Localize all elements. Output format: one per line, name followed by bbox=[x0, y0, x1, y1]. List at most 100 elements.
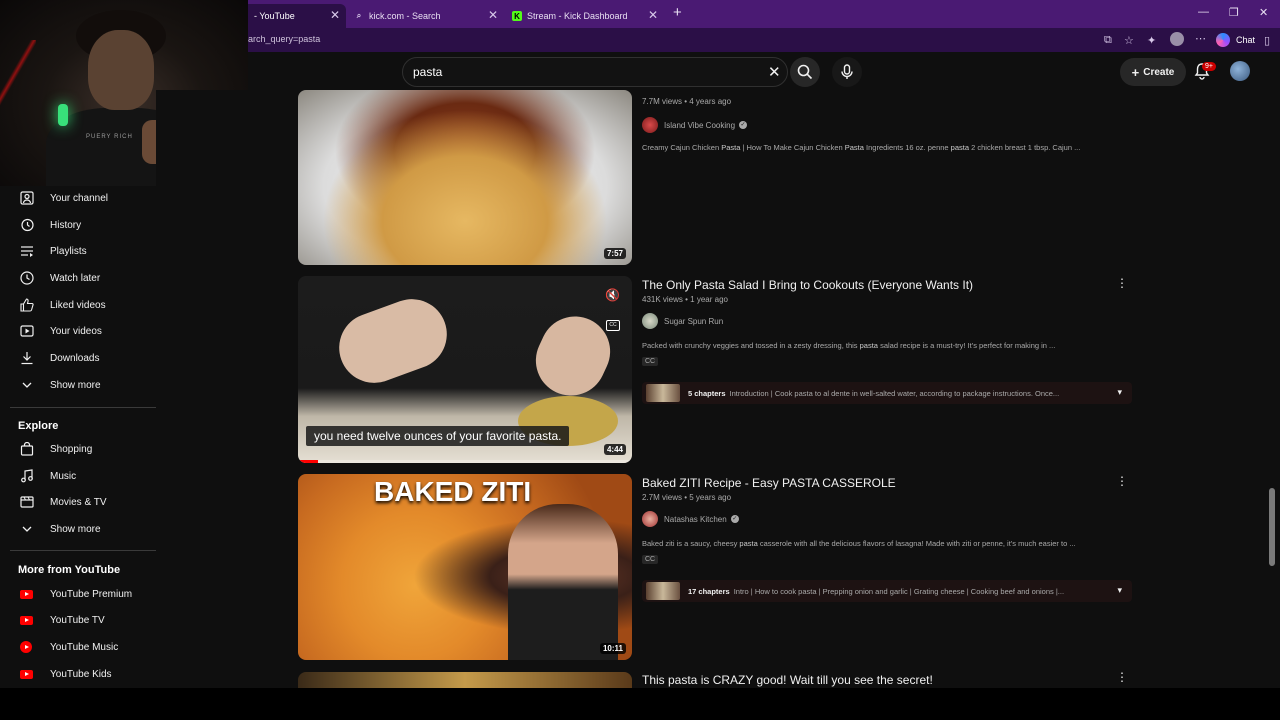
scrollbar-thumb[interactable] bbox=[1269, 488, 1275, 566]
video-duration: 4:44 bbox=[603, 444, 626, 455]
video-title[interactable]: This pasta is CRAZY good! Wait till you … bbox=[642, 673, 933, 687]
channel-avatar bbox=[642, 117, 658, 133]
chapters-text: Intro | How to cook pasta | Prepping oni… bbox=[733, 586, 1065, 596]
desc-highlight: pasta bbox=[859, 341, 878, 350]
url-text[interactable]: arch_query=pasta bbox=[248, 34, 320, 44]
close-tab-icon[interactable]: ✕ bbox=[488, 8, 498, 22]
star-icon[interactable]: ☆ bbox=[1124, 34, 1134, 47]
preview-progress-bar[interactable] bbox=[298, 460, 632, 463]
sidebar-item-your-videos[interactable]: Your videos bbox=[0, 319, 156, 343]
download-icon bbox=[21, 352, 33, 365]
thumbs-up-icon bbox=[20, 298, 34, 312]
sidebar-item-youtube-music[interactable]: YouTube Music bbox=[0, 635, 156, 659]
notification-badge: 9+ bbox=[1202, 62, 1216, 71]
install-app-icon[interactable]: ⧉ bbox=[1104, 34, 1112, 47]
sidebar-item-youtube-premium[interactable]: YouTube Premium bbox=[0, 582, 156, 606]
sidebar-item-shopping[interactable]: Shopping bbox=[0, 437, 156, 461]
new-tab-icon[interactable]: + bbox=[673, 4, 682, 21]
sidebar-item-history[interactable]: History bbox=[0, 213, 156, 237]
video-thumbnail[interactable]: BAKED ZITI 10:11 bbox=[298, 474, 632, 660]
chevron-down-icon bbox=[22, 382, 32, 388]
channel-name: Sugar Spun Run bbox=[664, 316, 724, 326]
explore-heading: Explore bbox=[18, 420, 59, 432]
sidebar-item-downloads[interactable]: Downloads bbox=[0, 346, 156, 370]
create-button[interactable]: + Create bbox=[1120, 58, 1186, 86]
channel-link[interactable]: Sugar Spun Run bbox=[642, 313, 723, 329]
menu-dots-icon[interactable]: ⋯ bbox=[1195, 32, 1206, 45]
youtube-logo-icon bbox=[20, 590, 33, 599]
chapters-bar[interactable]: 5 chapters Introduction | Cook pasta to … bbox=[642, 382, 1132, 404]
search-input[interactable]: pasta bbox=[413, 65, 442, 79]
taskbar bbox=[0, 688, 1280, 720]
channel-link[interactable]: Island Vibe Cooking ✓ bbox=[642, 117, 748, 133]
restore-icon[interactable]: ❐ bbox=[1229, 6, 1239, 19]
account-avatar[interactable] bbox=[1230, 61, 1250, 81]
sidebar-item-label: Watch later bbox=[50, 272, 101, 284]
video-thumbnail[interactable]: 7:57 bbox=[298, 90, 632, 265]
close-window-icon[interactable]: ✕ bbox=[1259, 6, 1268, 19]
tab-label: - YouTube bbox=[254, 11, 295, 21]
video-meta: 431K views • 1 year ago bbox=[642, 295, 728, 304]
search-icon bbox=[797, 64, 813, 80]
extensions-icon[interactable]: ✦ bbox=[1147, 34, 1156, 47]
page-scrollbar[interactable] bbox=[1266, 52, 1280, 688]
chapters-bar[interactable]: 17 chapters Intro | How to cook pasta | … bbox=[642, 580, 1132, 602]
history-icon bbox=[21, 218, 34, 232]
sidebar-item-playlists[interactable]: Playlists bbox=[0, 239, 156, 263]
sidebar-item-youtube-kids[interactable]: YouTube Kids bbox=[0, 662, 156, 686]
chevron-down-icon[interactable]: ▾ bbox=[1117, 387, 1122, 398]
copilot-icon bbox=[1216, 33, 1230, 47]
minimize-icon[interactable]: — bbox=[1198, 6, 1209, 18]
video-duration: 7:57 bbox=[603, 248, 626, 259]
tab-label: kick.com - Search bbox=[369, 11, 441, 21]
sidebar-item-your-channel[interactable]: Your channel bbox=[0, 186, 156, 210]
close-tab-icon[interactable]: ✕ bbox=[330, 8, 340, 22]
sidebar-item-label: Playlists bbox=[50, 245, 87, 257]
video-thumbnail-preview[interactable]: 🔇 CC you need twelve ounces of your favo… bbox=[298, 276, 632, 463]
shirt-text: PUERY RICH bbox=[86, 134, 133, 140]
channel-link[interactable]: Natashas Kitchen ✓ bbox=[642, 511, 739, 527]
more-actions-icon[interactable]: ⋮ bbox=[1116, 474, 1128, 488]
sidebar: Your channel History Playlists Watch lat… bbox=[0, 186, 156, 688]
sidebar-item-youtube-tv[interactable]: YouTube TV bbox=[0, 608, 156, 632]
sidebar-item-label: Downloads bbox=[50, 352, 100, 364]
desc-highlight: Pasta bbox=[844, 143, 864, 152]
sidebar-divider bbox=[10, 550, 156, 551]
search-button[interactable] bbox=[790, 57, 820, 87]
chapters-count: 5 chapters bbox=[688, 388, 726, 398]
sidebar-item-movies-tv[interactable]: Movies & TV bbox=[0, 490, 156, 514]
video-title[interactable]: Baked ZITI Recipe - Easy PASTA CASSEROLE bbox=[642, 476, 896, 490]
tab-kick-dashboard[interactable]: K Stream - Kick Dashboard ✕ bbox=[504, 4, 664, 28]
video-title[interactable]: The Only Pasta Salad I Bring to Cookouts… bbox=[642, 278, 973, 292]
copilot-chat-button[interactable]: Chat bbox=[1216, 33, 1255, 47]
video-thumbnail[interactable] bbox=[298, 672, 632, 688]
close-tab-icon[interactable]: ✕ bbox=[648, 8, 658, 22]
channel-name: Natashas Kitchen bbox=[664, 514, 727, 524]
chapters-count: 17 chapters bbox=[688, 586, 730, 596]
chevron-down-icon[interactable]: ▾ bbox=[1117, 585, 1122, 596]
sidebar-item-label: Show more bbox=[50, 379, 101, 391]
sidebar-show-more-explore[interactable]: Show more bbox=[0, 517, 156, 541]
search-box[interactable] bbox=[402, 57, 788, 87]
more-actions-icon[interactable]: ⋮ bbox=[1116, 670, 1128, 684]
sidebar-item-music[interactable]: Music bbox=[0, 464, 156, 488]
clock-icon bbox=[20, 271, 34, 285]
sidebar-toggle-icon[interactable]: ▯ bbox=[1264, 34, 1270, 47]
tab-kick-search[interactable]: ⌕ kick.com - Search ✕ bbox=[346, 4, 504, 28]
sidebar-item-liked-videos[interactable]: Liked videos bbox=[0, 293, 156, 317]
desc-text: salad recipe is a must-try! It's perfect… bbox=[877, 341, 1056, 350]
captions-icon[interactable]: CC bbox=[606, 320, 620, 331]
sidebar-show-more-you[interactable]: Show more bbox=[0, 373, 156, 397]
tab-youtube[interactable]: - YouTube ✕ bbox=[240, 4, 346, 28]
sidebar-item-watch-later[interactable]: Watch later bbox=[0, 266, 156, 290]
more-actions-icon[interactable]: ⋮ bbox=[1116, 276, 1128, 290]
preview-progress-fill bbox=[298, 460, 319, 463]
channel-avatar bbox=[642, 511, 658, 527]
clear-search-icon[interactable]: ✕ bbox=[768, 63, 781, 81]
mute-icon[interactable]: 🔇 bbox=[605, 288, 620, 302]
profile-icon[interactable] bbox=[1170, 32, 1184, 46]
video-description: Creamy Cajun Chicken Pasta | How To Make… bbox=[642, 143, 1080, 152]
desc-text: Baked ziti is a saucy, cheesy bbox=[642, 539, 740, 548]
voice-search-button[interactable] bbox=[832, 57, 862, 87]
cc-badge: CC bbox=[642, 357, 659, 366]
